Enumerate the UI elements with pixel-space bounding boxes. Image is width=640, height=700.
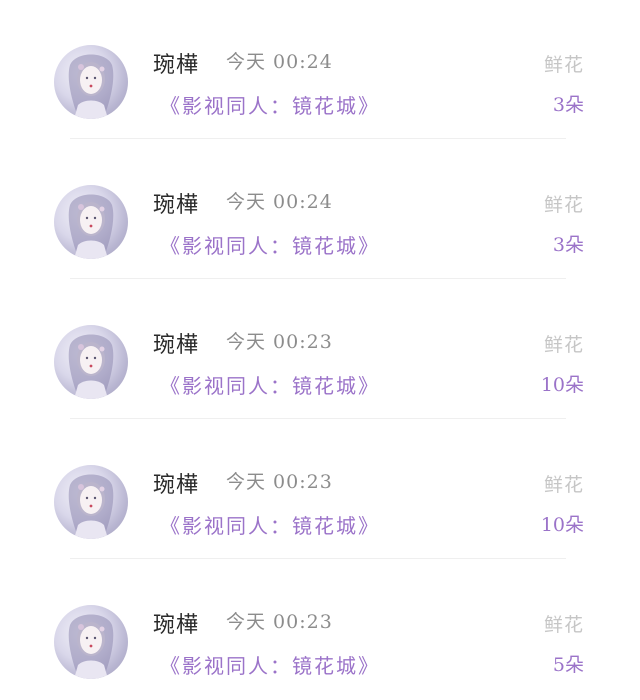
gift-type: 鲜花 <box>543 334 584 356</box>
row-divider <box>70 278 566 279</box>
gift-record-list: 琬樺 今天 00:24 《影视同人：镜花城》 鲜花 3朵 琬樺 今天 00:24… <box>0 0 640 698</box>
gift-type: 鲜花 <box>543 194 584 216</box>
gift-count: 3朵 <box>552 234 584 256</box>
user-name[interactable]: 琬樺 <box>153 47 199 79</box>
gift-time: 今天 00:23 <box>226 471 333 493</box>
book-title-link[interactable]: 《影视同人：镜花城》 <box>160 510 380 539</box>
gift-type: 鲜花 <box>543 474 584 496</box>
book-title-link[interactable]: 《影视同人：镜花城》 <box>160 370 380 399</box>
gift-count: 10朵 <box>540 514 584 536</box>
gift-time: 今天 00:24 <box>226 191 333 213</box>
gift-time: 今天 00:24 <box>226 51 333 73</box>
user-name[interactable]: 琬樺 <box>153 187 199 219</box>
gift-time: 今天 00:23 <box>226 611 333 633</box>
user-name[interactable]: 琬樺 <box>153 327 199 359</box>
gift-record-row[interactable]: 琬樺 今天 00:24 《影视同人：镜花城》 鲜花 3朵 <box>0 140 640 280</box>
user-name[interactable]: 琬樺 <box>153 607 199 639</box>
gift-record-row[interactable]: 琬樺 今天 00:23 《影视同人：镜花城》 鲜花 10朵 <box>0 420 640 560</box>
gift-count: 3朵 <box>552 94 584 116</box>
user-name[interactable]: 琬樺 <box>153 467 199 499</box>
book-title-link[interactable]: 《影视同人：镜花城》 <box>160 90 380 119</box>
gift-record-row[interactable]: 琬樺 今天 00:23 《影视同人：镜花城》 鲜花 5朵 <box>0 560 640 700</box>
gift-record-row[interactable]: 琬樺 今天 00:23 《影视同人：镜花城》 鲜花 10朵 <box>0 280 640 420</box>
user-avatar[interactable] <box>54 605 128 679</box>
gift-count: 10朵 <box>540 374 584 396</box>
gift-count: 5朵 <box>552 654 584 676</box>
book-title-link[interactable]: 《影视同人：镜花城》 <box>160 650 380 679</box>
gift-type: 鲜花 <box>543 614 584 636</box>
row-divider <box>70 138 566 139</box>
user-avatar[interactable] <box>54 465 128 539</box>
row-divider <box>70 558 566 559</box>
book-title-link[interactable]: 《影视同人：镜花城》 <box>160 230 380 259</box>
user-avatar[interactable] <box>54 45 128 119</box>
gift-type: 鲜花 <box>543 54 584 76</box>
row-divider <box>70 418 566 419</box>
gift-time: 今天 00:23 <box>226 331 333 353</box>
user-avatar[interactable] <box>54 325 128 399</box>
gift-record-row[interactable]: 琬樺 今天 00:24 《影视同人：镜花城》 鲜花 3朵 <box>0 0 640 140</box>
user-avatar[interactable] <box>54 185 128 259</box>
